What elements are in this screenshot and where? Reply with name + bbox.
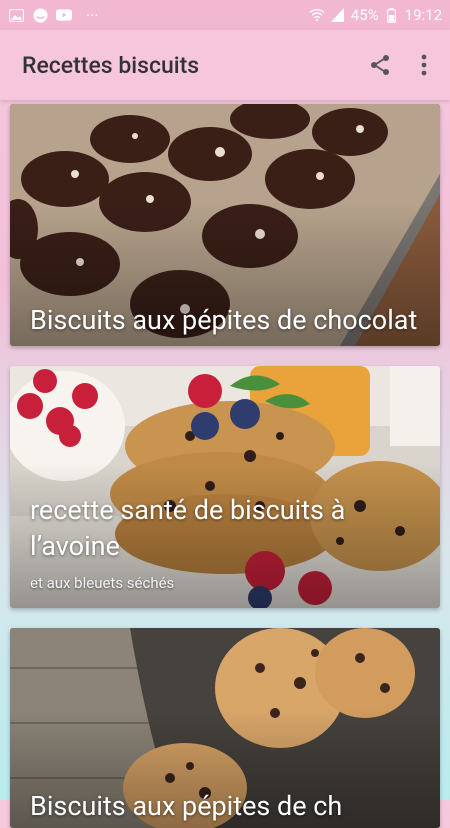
notification-icons: ··· <box>0 6 99 25</box>
card-title: Biscuits aux pépites de chocolat <box>30 304 418 336</box>
system-icons: 45% 19:12 <box>309 6 450 24</box>
share-icon <box>371 55 389 75</box>
recipe-card-oatmeal[interactable]: recette santé de biscuits à l’avoine et … <box>10 366 440 608</box>
app-bar: Recettes biscuits <box>0 30 450 100</box>
wifi-icon <box>309 8 325 22</box>
more-notifications-icon: ··· <box>86 5 99 25</box>
recipe-card-chocolate-chip[interactable]: Biscuits aux pépites de chocolat <box>10 104 440 346</box>
battery-icon <box>384 7 400 23</box>
clock: 19:12 <box>404 6 442 24</box>
app-title: Recettes biscuits <box>22 51 200 79</box>
share-button[interactable] <box>358 43 402 87</box>
status-bar: ··· 45% 19:12 <box>0 0 450 30</box>
card-subtitle: et aux bleuets séchés <box>30 574 175 592</box>
card-title: Biscuits aux pépites de ch <box>30 790 343 822</box>
signal-icon <box>330 8 346 22</box>
more-vert-icon <box>421 54 427 76</box>
recipe-card-chocolate-chip-2[interactable]: Biscuits aux pépites de ch <box>10 628 440 828</box>
card-title: recette santé de biscuits à l’avoine <box>30 494 346 562</box>
youtube-icon <box>56 8 72 22</box>
overflow-menu-button[interactable] <box>402 43 446 87</box>
battery-percent: 45% <box>350 6 379 24</box>
gallery-icon <box>8 8 24 22</box>
face-icon <box>32 8 48 22</box>
